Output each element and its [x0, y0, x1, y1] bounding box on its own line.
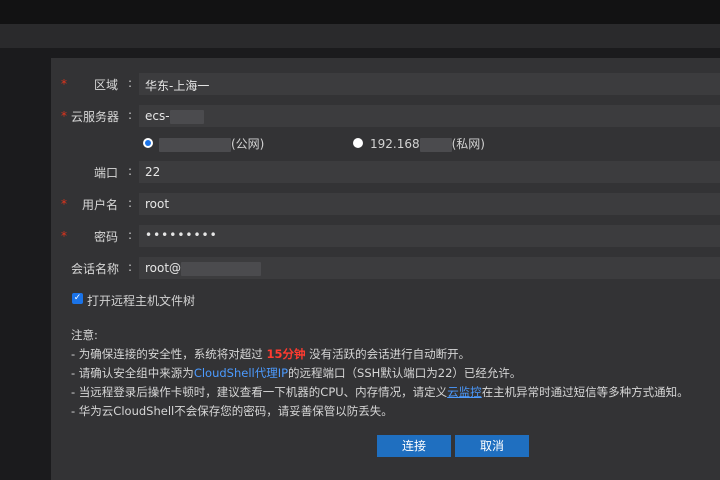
region-label: 区域 [94, 78, 119, 92]
username-input[interactable]: root [139, 193, 720, 215]
sub-bar [0, 24, 720, 48]
public-ip-suffix: (公网) [231, 137, 265, 151]
note-text: - 请确认安全组中来源为 [71, 366, 194, 380]
note-line-4: - 华为云CloudShell不会保存您的密码，请妥善保管以防丢失。 [71, 404, 393, 418]
server-row: * 云服务器 : ecs- [51, 105, 720, 127]
username-value: root [145, 197, 170, 211]
note-text: - 为确保连接的安全性，系统将对超过 [71, 347, 267, 361]
colon: : [128, 164, 133, 178]
required-mark: * [61, 197, 67, 211]
colon: : [128, 196, 133, 210]
redacted-text [181, 261, 262, 276]
timeout-highlight: 15分钟 [266, 347, 306, 361]
server-select[interactable]: ecs- [139, 105, 720, 127]
private-ip-option[interactable]: 192.168 (私网) [370, 135, 485, 152]
password-row: * 密码 : ••••••••• [51, 225, 720, 247]
colon: : [128, 108, 133, 122]
port-input[interactable]: 22 [139, 161, 720, 183]
password-label: 密码 [94, 230, 119, 244]
redacted-text [169, 109, 204, 124]
required-mark: * [61, 77, 67, 91]
top-bar [0, 0, 720, 24]
note-text: 没有活跃的会话进行自动断开。 [305, 347, 471, 361]
file-tree-label[interactable]: 打开远程主机文件树 [87, 292, 195, 309]
redacted-ip [159, 137, 231, 152]
required-mark: * [61, 229, 67, 243]
username-row: * 用户名 : root [51, 193, 720, 215]
note-text: 在主机异常时通过短信等多种方式通知。 [481, 385, 689, 399]
required-mark: * [61, 109, 67, 123]
region-select[interactable]: 华东-上海一 [139, 73, 720, 95]
server-value: ecs- [145, 109, 204, 124]
session-input[interactable]: root@ [139, 257, 720, 279]
port-value: 22 [145, 165, 161, 179]
note-line-2: - 请确认安全组中来源为CloudShell代理IP的远程端口（SSH默认端口为… [71, 365, 521, 381]
private-ip-suffix: (私网) [451, 137, 485, 151]
server-value-prefix: ecs- [145, 109, 170, 123]
password-value: ••••••••• [145, 228, 218, 242]
redacted-ip [419, 137, 452, 152]
session-value: root@ [145, 261, 262, 276]
private-ip-radio[interactable] [353, 138, 363, 148]
public-ip-option[interactable]: (公网) [159, 135, 264, 152]
colon: : [128, 76, 133, 90]
port-label: 端口 [94, 166, 119, 180]
note-line-1: - 为确保连接的安全性，系统将对超过 15分钟 没有活跃的会话进行自动断开。 [71, 346, 470, 362]
note-line-3: - 当远程登录后操作卡顿时，建议查看一下机器的CPU、内存情况，请定义云监控在主… [71, 384, 689, 400]
cancel-button[interactable]: 取消 [455, 435, 529, 457]
region-value: 华东-上海一 [145, 79, 210, 93]
session-label: 会话名称 [71, 262, 120, 276]
note-text: - 当远程登录后操作卡顿时，建议查看一下机器的CPU、内存情况，请定义 [71, 385, 448, 399]
colon: : [128, 260, 133, 274]
session-value-prefix: root@ [145, 261, 182, 275]
proxy-ip-text: CloudShell代理IP [193, 366, 289, 380]
password-input[interactable]: ••••••••• [139, 225, 720, 247]
note-text: 的远程端口（SSH默认端口为22）已经允许。 [288, 366, 522, 380]
cloud-monitor-link[interactable]: 云监控 [447, 385, 482, 399]
file-tree-checkbox[interactable]: ✓ [72, 293, 83, 304]
region-row: * 区域 : 华东-上海一 [51, 73, 720, 95]
session-row: 会话名称 : root@ [51, 257, 720, 279]
notes-title: 注意: [71, 328, 98, 342]
public-ip-radio[interactable] [143, 138, 153, 148]
username-label: 用户名 [82, 198, 119, 212]
server-label: 云服务器 [71, 110, 120, 124]
private-ip-prefix: 192.168 [370, 137, 420, 151]
connect-dialog: * 区域 : 华东-上海一 * 云服务器 : ecs- (公网) 192.168… [51, 58, 720, 480]
port-row: 端口 : 22 [51, 161, 720, 183]
colon: : [128, 228, 133, 242]
connect-button[interactable]: 连接 [377, 435, 451, 457]
